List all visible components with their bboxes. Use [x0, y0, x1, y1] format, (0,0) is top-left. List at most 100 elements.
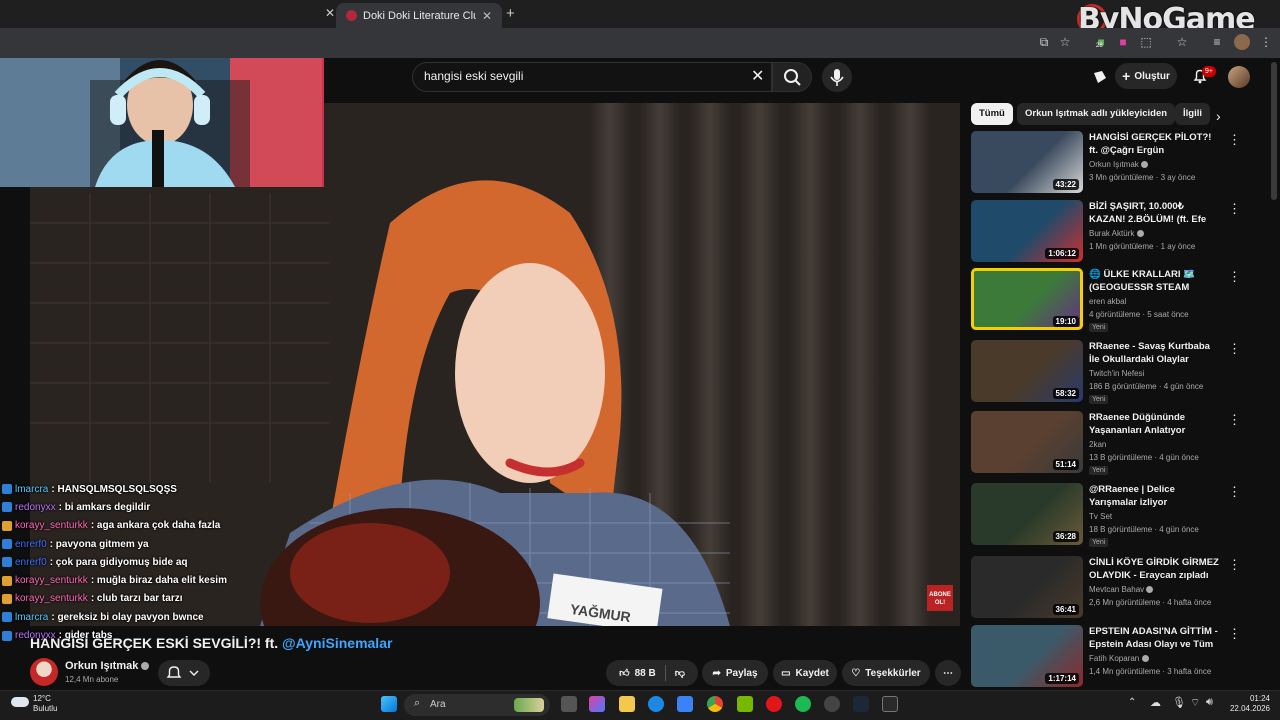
chevron-right-icon[interactable]: ›	[1216, 108, 1221, 124]
video-thumbnail[interactable]: 36:28	[971, 483, 1083, 545]
system-clock[interactable]: 01:24 22.04.2026	[1222, 694, 1270, 714]
video-title[interactable]: 🌐 ÜLKE KRALLARI 🗺️ (GEOGUESSR STEAM EDIT…	[1089, 268, 1221, 294]
video-title[interactable]: RRaenee - Savaş Kurtbaba İle Okullardaki…	[1089, 340, 1221, 366]
voice-search-button[interactable]	[822, 62, 852, 92]
chat-username[interactable]: lmarcra	[15, 484, 48, 495]
profile-avatar[interactable]	[1234, 34, 1250, 50]
create-button[interactable]: + Oluştur	[1115, 63, 1177, 89]
channel-name[interactable]: Burak Aktürk	[1089, 229, 1144, 238]
more-icon[interactable]: ⋮	[1258, 34, 1274, 50]
channel-name[interactable]: Fatih Koparan	[1089, 654, 1149, 663]
recommended-video[interactable]: 43:22 HANGİSİ GERÇEK PİLOT?! ft. @Çağrı E…	[971, 131, 1261, 195]
video-title[interactable]: HANGİSİ GERÇEK PİLOT?! ft. @Çağrı Ergün	[1089, 131, 1221, 157]
more-vertical-icon[interactable]: ⋮	[1228, 270, 1241, 283]
video-thumbnail[interactable]: 43:22	[971, 131, 1083, 193]
more-vertical-icon[interactable]: ⋮	[1228, 627, 1241, 640]
channel-name[interactable]: Mevtcan Bahav	[1089, 585, 1154, 594]
video-thumbnail[interactable]: 36:41	[971, 556, 1083, 618]
weather-widget[interactable]: 12°C Bulutlu	[33, 694, 57, 714]
channel-avatar[interactable]	[30, 658, 58, 686]
opera-icon[interactable]	[766, 696, 782, 712]
onedrive-icon[interactable]: ☁	[1150, 696, 1161, 709]
tray-chevron-icon[interactable]: ⌃	[1128, 697, 1136, 708]
channel-name[interactable]: Orkun Işıtmak	[65, 660, 150, 672]
taskbar-search[interactable]: ⌕	[404, 694, 550, 716]
close-tab-icon[interactable]: ✕	[325, 6, 335, 20]
video-thumbnail[interactable]: 1:17:14	[971, 625, 1083, 687]
nvidia-icon[interactable]	[737, 696, 753, 712]
recommended-video[interactable]: 1:17:14 EPSTEIN ADASI'NA GİTTİM - Epstein…	[971, 625, 1261, 689]
account-avatar[interactable]	[1228, 66, 1250, 88]
mention-link[interactable]: @AyniSinemalar	[282, 635, 392, 651]
more-actions-button[interactable]: ⋯	[935, 660, 961, 686]
more-vertical-icon[interactable]: ⋮	[1228, 202, 1241, 215]
more-vertical-icon[interactable]: ⋮	[1228, 558, 1241, 571]
recommended-video[interactable]: 51:14 RRaenee Düğününde Yaşananları Anlat…	[971, 411, 1261, 475]
search-button[interactable]	[772, 62, 812, 92]
epic-games-icon[interactable]	[882, 696, 898, 712]
recommended-video[interactable]: 36:41 CİNLİ KÖYE GİRDİK GİRMEZ OLAYDIK - …	[971, 556, 1261, 620]
chrome-icon[interactable]	[707, 696, 723, 712]
steam-icon[interactable]	[853, 696, 869, 712]
bookmark-star-icon[interactable]: ☆	[1057, 34, 1073, 50]
file-explorer-icon[interactable]	[619, 696, 635, 712]
subscribed-bell-button[interactable]	[158, 660, 210, 686]
video-thumbnail[interactable]: 51:14	[971, 411, 1083, 473]
chat-icon[interactable]	[1092, 69, 1108, 85]
like-icon[interactable]: 👍︎	[619, 667, 629, 679]
chat-username[interactable]: korayy_senturkk	[15, 575, 88, 586]
puzzle-icon[interactable]: ⬚	[1138, 34, 1154, 50]
video-thumbnail[interactable]: 1:06:12	[971, 200, 1083, 262]
thanks-button[interactable]: ♡ Teşekkürler	[842, 660, 930, 686]
clear-search-icon[interactable]: ✕	[751, 66, 764, 86]
start-icon[interactable]	[381, 696, 397, 712]
video-title[interactable]: EPSTEIN ADASI'NA GİTTİM - Epstein Adası …	[1089, 625, 1221, 651]
copilot-icon[interactable]	[589, 696, 605, 712]
task-view-icon[interactable]	[561, 696, 577, 712]
browser-tab[interactable]: Doki Doki Literature Club Türkçe ✕	[336, 3, 502, 28]
channel-name[interactable]: 2kan	[1089, 440, 1106, 449]
recommended-video[interactable]: 1:06:12 BİZİ ŞAŞIRT, 10.000₺ KAZAN! 2.BÖL…	[971, 200, 1261, 264]
recommended-video[interactable]: 19:10 🌐 ÜLKE KRALLARI 🗺️ (GEOGUESSR STEAM…	[971, 268, 1261, 332]
filter-chip[interactable]: Orkun Işıtmak adlı yükleyiciden	[1017, 103, 1176, 125]
mic-icon[interactable]: 🎙︎	[1172, 696, 1186, 709]
filter-chip[interactable]: Tümü	[971, 103, 1013, 125]
video-title[interactable]: @RRaenee | Delice Yarışmalar izliyor	[1089, 483, 1221, 509]
dislike-icon[interactable]: 👎︎	[675, 667, 685, 679]
scrollbar[interactable]	[1271, 62, 1277, 200]
channel-name[interactable]: eren akbal	[1089, 297, 1126, 306]
address-bar[interactable]	[0, 28, 1280, 58]
more-vertical-icon[interactable]: ⋮	[1228, 413, 1241, 426]
menu-icon[interactable]: ≡	[1209, 34, 1225, 50]
new-tab-icon[interactable]: +	[506, 5, 515, 22]
chat-username[interactable]: lmarcra	[15, 612, 48, 623]
filter-chip[interactable]: İlgili	[1175, 103, 1210, 125]
store-icon[interactable]	[677, 696, 693, 712]
chat-username[interactable]: redonyxx	[15, 502, 56, 513]
wifi-icon[interactable]: ⌔	[1190, 696, 1200, 710]
like-dislike-group[interactable]: 👍︎ 88 B 👎︎	[606, 660, 698, 686]
share-button[interactable]: ➦ Paylaş	[702, 660, 768, 686]
spotify-icon[interactable]	[795, 696, 811, 712]
chat-username[interactable]: enrerf0	[15, 557, 47, 568]
chat-username[interactable]: enrerf0	[15, 539, 47, 550]
chat-username[interactable]: korayy_senturkk	[15, 520, 88, 531]
more-vertical-icon[interactable]: ⋮	[1228, 485, 1241, 498]
video-title[interactable]: RRaenee Düğününde Yaşananları Anlatıyor	[1089, 411, 1221, 437]
extension-icon[interactable]: ■	[1115, 34, 1131, 50]
close-tab-icon[interactable]: ✕	[482, 9, 492, 23]
edge-icon[interactable]	[648, 696, 664, 712]
cast-icon[interactable]: ⧉	[1036, 34, 1052, 50]
recommended-video[interactable]: 58:32 RRaenee - Savaş Kurtbaba İle Okulla…	[971, 340, 1261, 404]
obs-icon[interactable]	[824, 696, 840, 712]
save-button[interactable]: ▭ Kaydet	[773, 660, 837, 686]
more-vertical-icon[interactable]: ⋮	[1228, 133, 1241, 146]
channel-name[interactable]: Orkun Işıtmak	[1089, 160, 1149, 169]
video-title[interactable]: CİNLİ KÖYE GİRDİK GİRMEZ OLAYDIK - Erayc…	[1089, 556, 1221, 582]
more-vertical-icon[interactable]: ⋮	[1228, 342, 1241, 355]
video-thumbnail[interactable]: 19:10	[971, 268, 1083, 330]
star-icon[interactable]: ☆	[1174, 34, 1190, 50]
video-title[interactable]: BİZİ ŞAŞIRT, 10.000₺ KAZAN! 2.BÖLÜM! (ft…	[1089, 200, 1221, 226]
volume-icon[interactable]: 🔊︎	[1206, 696, 1213, 709]
chat-username[interactable]: korayy_senturkk	[15, 593, 88, 604]
